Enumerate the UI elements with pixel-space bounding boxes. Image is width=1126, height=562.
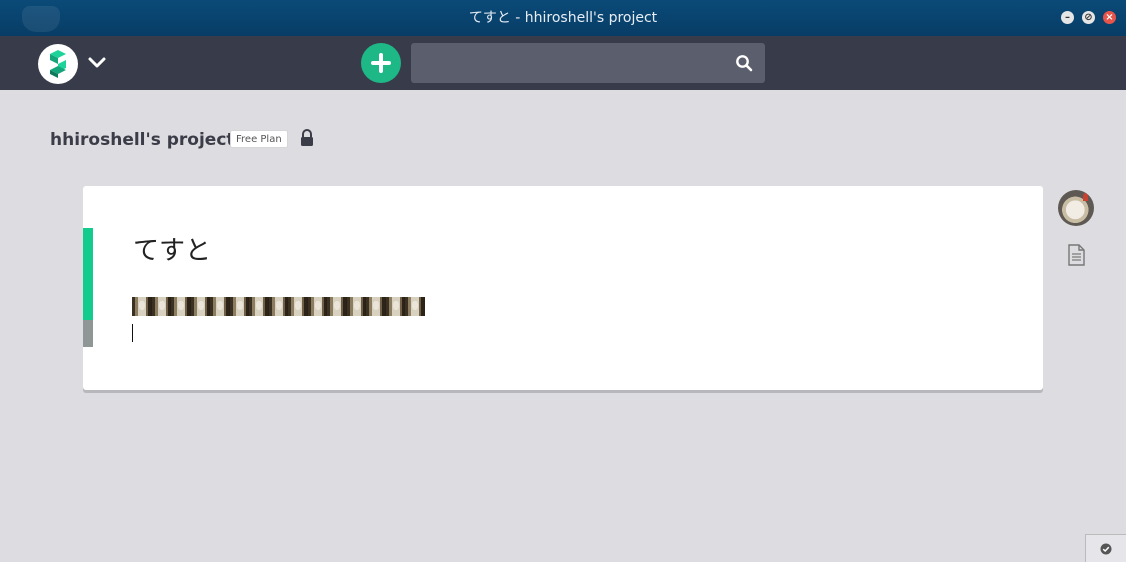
- sync-status-button[interactable]: [1085, 534, 1126, 562]
- minimize-icon[interactable]: –: [1061, 11, 1074, 24]
- alpaca-emoji: [190, 297, 210, 316]
- alpaca-emoji: [385, 297, 405, 316]
- alpaca-emoji: [210, 297, 230, 316]
- plan-badge: Free Plan: [230, 130, 288, 148]
- text-cursor: [132, 324, 133, 342]
- alpaca-emoji: [307, 297, 327, 316]
- search-input[interactable]: [411, 43, 721, 83]
- close-icon[interactable]: ×: [1103, 11, 1116, 24]
- app-header: [0, 36, 1126, 90]
- user-avatar[interactable]: [1058, 190, 1094, 226]
- add-note-button[interactable]: [361, 43, 401, 83]
- plus-icon: [371, 53, 391, 73]
- window-titlebar: てすと - hhiroshell's project – ⊘ ×: [0, 0, 1126, 36]
- emoji-row[interactable]: [132, 297, 425, 316]
- window-title: てすと - hhiroshell's project: [468, 10, 658, 26]
- alpaca-emoji: [229, 297, 249, 316]
- alpaca-emoji: [249, 297, 269, 316]
- chevron-down-icon[interactable]: [86, 51, 108, 73]
- alpaca-emoji: [346, 297, 366, 316]
- alpaca-emoji: [366, 297, 386, 316]
- note-status-bar: [83, 228, 93, 320]
- alpaca-emoji: [171, 297, 191, 316]
- note-status-bar-secondary: [83, 320, 93, 347]
- alpaca-emoji: [132, 297, 152, 316]
- alpaca-emoji: [268, 297, 288, 316]
- check-circle-icon: [1100, 543, 1112, 555]
- alpaca-emoji: [327, 297, 347, 316]
- document-icon[interactable]: [1066, 244, 1086, 266]
- alpaca-emoji: [151, 297, 171, 316]
- alpaca-emoji: [405, 297, 425, 316]
- search-icon[interactable]: [735, 54, 753, 72]
- note-card: てすと: [83, 186, 1043, 390]
- lock-icon: [301, 129, 313, 146]
- app-logo[interactable]: [38, 44, 78, 84]
- alpaca-emoji: [288, 297, 308, 316]
- window-controls: – ⊘ ×: [1061, 11, 1116, 24]
- note-title[interactable]: てすと: [133, 230, 211, 267]
- app-ghost-icon: [22, 6, 60, 32]
- restore-icon[interactable]: ⊘: [1082, 11, 1095, 24]
- search-box: [411, 43, 765, 83]
- project-title[interactable]: hhiroshell's project: [50, 130, 235, 150]
